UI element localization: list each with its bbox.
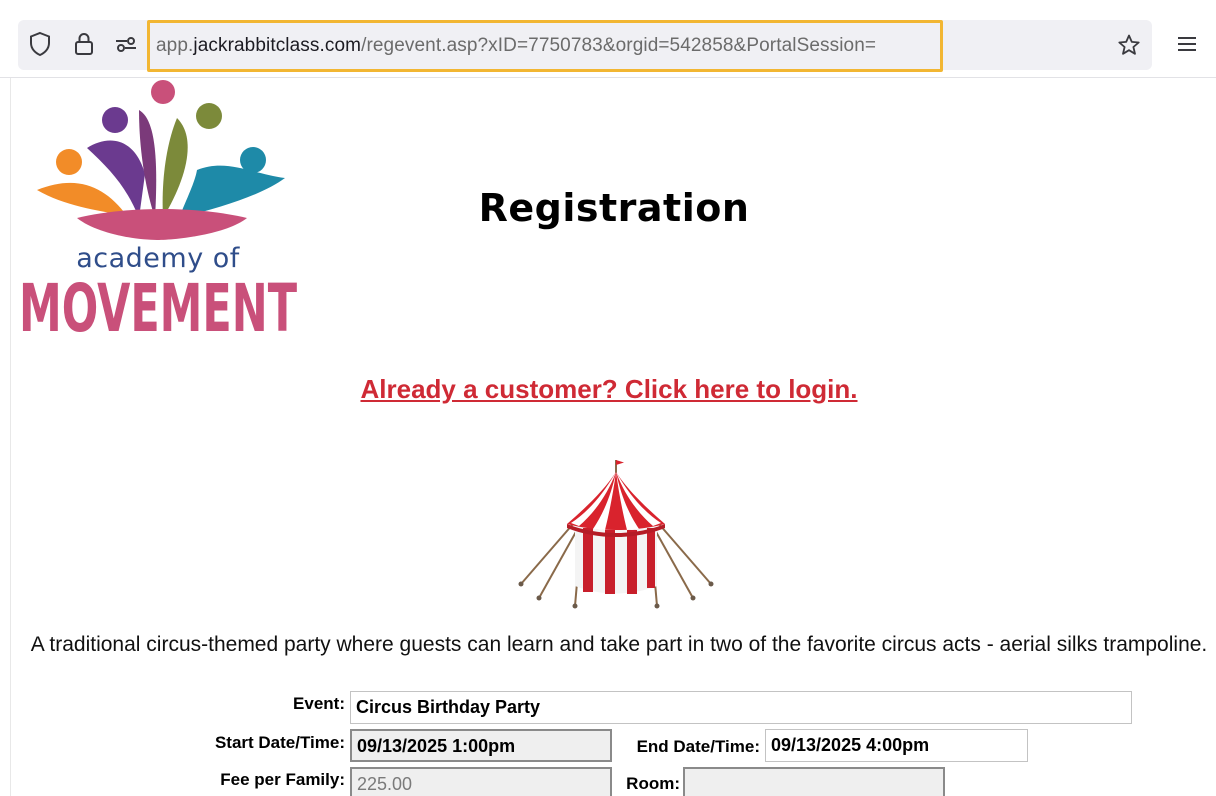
- url-text: app.jackrabbitclass.com/regevent.asp?xID…: [156, 35, 877, 56]
- page-content: academy of MOVEMENT Registration Already…: [10, 78, 1216, 796]
- event-description: A traditional circus-themed party where …: [30, 633, 1208, 656]
- url-field[interactable]: app.jackrabbitclass.com/regevent.asp?xID…: [147, 20, 943, 72]
- end-datetime-label: End Date/Time:: [636, 737, 760, 756]
- fee-field[interactable]: 225.00: [350, 767, 612, 796]
- end-datetime-field[interactable]: 09/13/2025 4:00pm: [765, 729, 1028, 762]
- circus-tent-icon: [518, 460, 714, 609]
- lock-icon[interactable]: [72, 31, 96, 57]
- fee-label: Fee per Family:: [220, 770, 345, 789]
- browser-toolbar: app.jackrabbitclass.com/regevent.asp?xID…: [0, 0, 1216, 78]
- room-field[interactable]: [683, 767, 945, 796]
- room-label: Room:: [626, 774, 680, 793]
- hamburger-menu-icon[interactable]: [1176, 34, 1198, 54]
- svg-text:MOVEMENT: MOVEMENT: [19, 273, 297, 337]
- logo-movement-text: MOVEMENT: [19, 273, 297, 337]
- page-title: Registration: [478, 186, 750, 230]
- shield-icon[interactable]: [28, 31, 52, 57]
- start-datetime-label: Start Date/Time:: [214, 733, 345, 752]
- login-link[interactable]: Already a customer? Click here to login.: [1, 374, 1216, 405]
- event-field[interactable]: Circus Birthday Party: [350, 691, 1132, 724]
- bookmark-star-icon[interactable]: [1117, 32, 1141, 58]
- event-label: Event:: [293, 694, 345, 713]
- permissions-icon[interactable]: [114, 31, 138, 57]
- start-datetime-field[interactable]: 09/13/2025 1:00pm: [350, 729, 612, 762]
- logo-academy-text: academy of: [76, 243, 240, 274]
